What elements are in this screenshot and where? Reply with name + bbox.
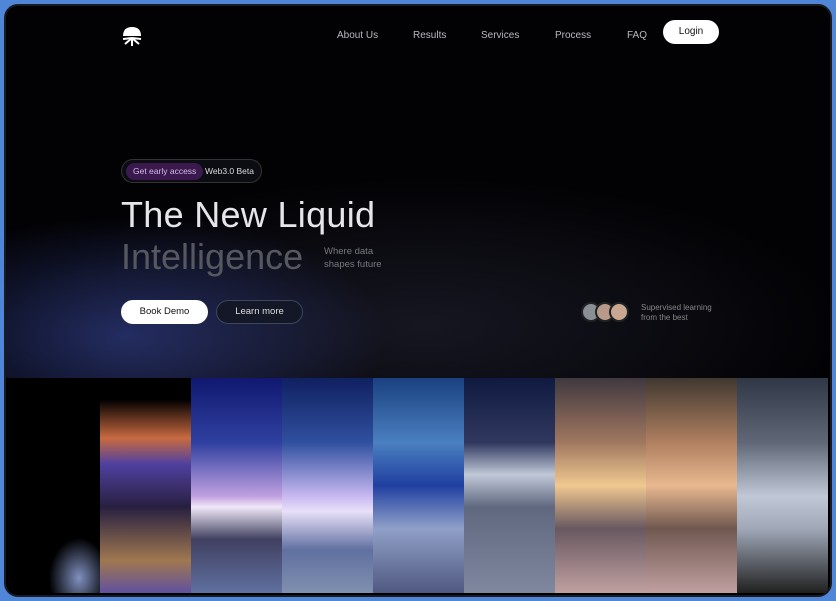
hero-subtitle: Where data shapes future: [324, 245, 404, 271]
beta-tag: Web3.0 Beta: [205, 166, 254, 176]
social-line2: from the best: [641, 313, 688, 322]
hero-title-line2: Intelligence: [121, 236, 304, 277]
avatar-group: [581, 302, 629, 322]
nav-process[interactable]: Process: [555, 30, 591, 41]
nav-about-us[interactable]: About Us: [337, 30, 378, 41]
early-access-badge: Get early access: [126, 163, 204, 180]
avatar: [609, 302, 629, 322]
learn-more-button[interactable]: Learn more: [216, 300, 303, 324]
book-demo-button[interactable]: Book Demo: [121, 300, 208, 324]
gallery-panel: [9, 378, 100, 593]
nav-results[interactable]: Results: [413, 30, 446, 41]
social-proof-text: Supervised learning from the best: [641, 303, 712, 323]
early-access-pill[interactable]: Get early access Web3.0 Beta: [121, 159, 262, 183]
login-button[interactable]: Login: [663, 20, 719, 44]
subtitle-line1: Where data: [324, 246, 374, 257]
gallery-panel: [646, 378, 737, 593]
browser-window: About Us Results Services Process FAQ Lo…: [4, 4, 832, 597]
gallery-panel: [555, 378, 646, 593]
gallery-panel: [464, 378, 555, 593]
gallery-panel: [282, 378, 373, 593]
logo-icon[interactable]: [120, 24, 144, 48]
gallery-panel: [373, 378, 464, 593]
gallery-panel: [737, 378, 828, 593]
gallery-panel: [191, 378, 282, 593]
gallery-panel: [100, 378, 191, 593]
hero-title-line1: The New Liquid: [121, 194, 376, 235]
social-line1: Supervised learning: [641, 303, 712, 312]
nav-services[interactable]: Services: [481, 30, 519, 41]
subtitle-line2: shapes future: [324, 259, 382, 270]
nav-faq[interactable]: FAQ: [627, 30, 647, 41]
liquid-gallery: [9, 378, 828, 593]
